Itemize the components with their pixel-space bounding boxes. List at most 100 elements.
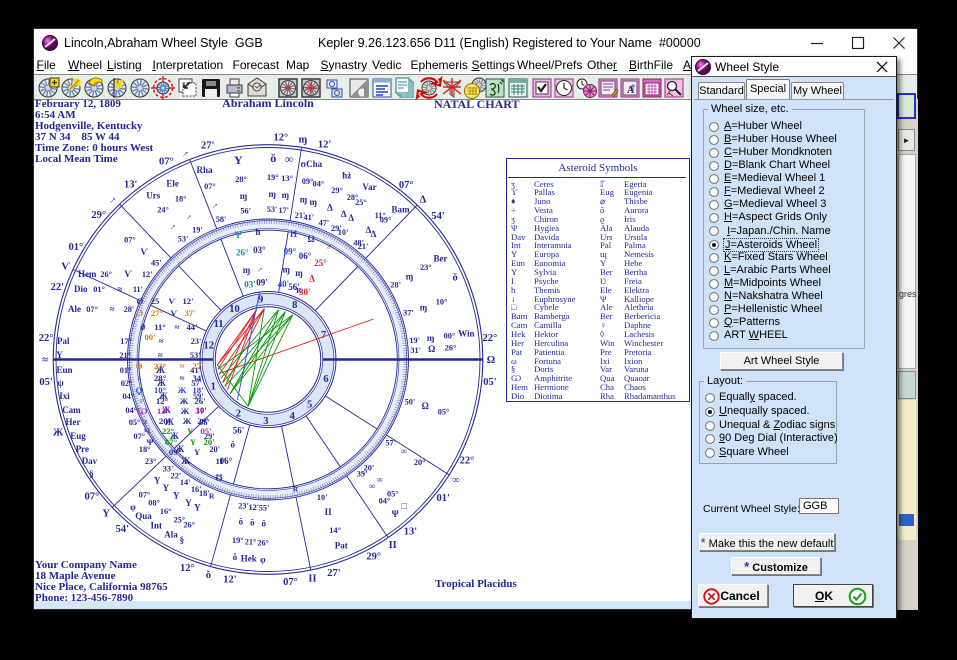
svg-text:Ψ: Ψ <box>392 509 399 519</box>
svg-text:Ж: Ж <box>178 385 187 395</box>
svg-text:∞: ∞ <box>369 481 375 491</box>
svg-text:10: 10 <box>229 304 240 315</box>
svg-text:ŏ: ŏ <box>270 151 276 165</box>
svg-text:Dav: Dav <box>82 456 98 466</box>
svg-text:56': 56' <box>240 207 251 216</box>
svg-text:4: 4 <box>290 411 296 422</box>
svg-text:54': 54' <box>431 211 445 222</box>
svg-text:Υ: Υ <box>185 498 192 508</box>
svg-text:Ala: Ala <box>164 529 178 539</box>
svg-text:12: 12 <box>203 341 214 352</box>
svg-text:ɱ: ɱ <box>283 264 291 274</box>
svg-text:Eun: Eun <box>57 365 73 375</box>
svg-text:Ø: Ø <box>137 296 144 306</box>
svg-text:Ψ: Ψ <box>147 437 154 447</box>
svg-text:≈: ≈ <box>180 373 185 383</box>
svg-text:NATAL CHART: NATAL CHART <box>434 99 519 111</box>
svg-text:Ber: Ber <box>434 253 448 263</box>
svg-text:Υ: Υ <box>102 509 110 520</box>
svg-text:Δ: Δ <box>348 213 354 223</box>
svg-text:14°: 14° <box>329 526 341 535</box>
svg-text:09°: 09° <box>284 247 297 257</box>
svg-text:23°: 23° <box>420 263 432 272</box>
svg-text:05': 05' <box>39 377 53 388</box>
svg-text:26': 26' <box>194 396 205 406</box>
svg-text:Ѵ: Ѵ <box>170 308 177 318</box>
svg-text:57': 57' <box>385 438 396 447</box>
svg-text:13': 13' <box>124 179 138 190</box>
svg-text:06°: 06° <box>299 251 312 261</box>
svg-text:Int: Int <box>150 520 162 530</box>
svg-text:53': 53' <box>178 234 189 243</box>
svg-text:26°: 26° <box>183 521 195 530</box>
svg-text:ψ: ψ <box>141 416 147 426</box>
svg-text:18°: 18° <box>175 195 187 204</box>
svg-text:∞: ∞ <box>285 152 294 166</box>
svg-text:Ѵ: Ѵ <box>124 269 132 279</box>
svg-text:Ɔ: Ɔ <box>137 308 143 318</box>
svg-text:8: 8 <box>292 300 297 311</box>
svg-text:04°: 04° <box>125 406 137 415</box>
svg-text:28°: 28° <box>235 175 247 184</box>
svg-text:19°: 19° <box>232 536 244 545</box>
svg-text:12°: 12° <box>180 563 195 574</box>
svg-text:11': 11' <box>216 457 226 466</box>
svg-text:Ω: Ω <box>307 234 314 244</box>
svg-text:7: 7 <box>321 330 326 341</box>
svg-text:Υ: Υ <box>163 483 170 493</box>
svg-text:13°: 13° <box>157 406 170 416</box>
svg-text:11': 11' <box>133 285 143 294</box>
svg-text:Tropical Placidus: Tropical Placidus <box>435 578 518 590</box>
svg-text:Ϙ: Ϙ <box>136 385 143 395</box>
svg-text:Δ: Δ <box>420 195 427 206</box>
svg-text:22': 22' <box>51 282 65 293</box>
svg-text:14': 14' <box>180 478 191 487</box>
svg-text:1: 1 <box>211 382 216 393</box>
svg-text:12': 12' <box>223 575 237 586</box>
svg-text:25: 25 <box>151 296 160 306</box>
svg-text:Bam: Bam <box>392 205 411 215</box>
svg-text:26°: 26° <box>236 248 249 258</box>
svg-text:27': 27' <box>327 568 341 579</box>
svg-text:→: → <box>105 192 120 207</box>
svg-text:28°: 28° <box>347 193 359 202</box>
svg-text:Hem: Hem <box>78 269 97 279</box>
svg-text:05°: 05° <box>387 489 399 498</box>
svg-text:Δ: Δ <box>371 229 377 239</box>
svg-text:≈: ≈ <box>159 336 164 346</box>
svg-text:29°: 29° <box>366 551 381 562</box>
svg-text:Ħ: Ħ <box>290 229 297 239</box>
svg-text:01°: 01° <box>93 285 105 294</box>
svg-text:Cam: Cam <box>62 405 81 415</box>
svg-text:ɱ: ɱ <box>243 265 251 275</box>
svg-text:♀: ♀ <box>136 373 143 383</box>
svg-text:Ж: Ж <box>181 406 190 416</box>
svg-text:01°: 01° <box>120 366 132 375</box>
svg-text:Ж: Ж <box>180 396 189 406</box>
svg-text:ʊCha: ʊCha <box>301 159 323 169</box>
svg-text:R: R <box>209 491 215 500</box>
svg-text:Δ: Δ <box>327 203 333 213</box>
svg-text:♀: ♀ <box>138 396 145 406</box>
svg-text:ɱ: ɱ <box>299 135 308 146</box>
svg-text:01': 01' <box>436 493 450 504</box>
svg-text:ŏ: ŏ <box>233 552 238 562</box>
svg-text:53': 53' <box>267 205 278 214</box>
svg-text:03': 03' <box>244 280 256 290</box>
svg-text:37': 37' <box>403 309 414 318</box>
svg-text:41': 41' <box>303 213 314 222</box>
svg-text:12': 12' <box>142 270 153 279</box>
svg-text:2: 2 <box>236 408 241 419</box>
svg-text:21°: 21° <box>245 538 257 547</box>
svg-text:58': 58' <box>216 215 227 224</box>
svg-text:27': 27' <box>192 361 203 371</box>
svg-text:Ixi: Ixi <box>59 391 70 401</box>
svg-text:53': 53' <box>190 351 201 360</box>
svg-text:Pal: Pal <box>57 336 70 346</box>
svg-text:25°: 25° <box>314 258 327 268</box>
svg-text:37': 37' <box>185 308 196 318</box>
svg-text:≈: ≈ <box>117 284 122 294</box>
svg-text:22°: 22° <box>39 333 54 344</box>
svg-text:21°: 21° <box>119 351 131 360</box>
svg-text:Δ: Δ <box>309 274 315 284</box>
